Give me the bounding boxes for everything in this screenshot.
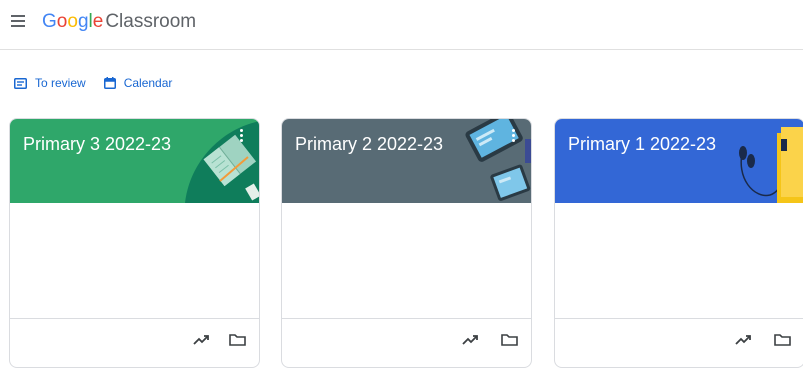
card-header[interactable]: Primary 2 2022-23: [282, 119, 531, 203]
app-logo[interactable]: Google Classroom: [42, 9, 196, 35]
class-title[interactable]: Primary 3 2022-23: [23, 132, 171, 156]
more-vert-icon[interactable]: [240, 129, 244, 143]
trending-up-icon[interactable]: [462, 333, 478, 345]
class-card-primary-1[interactable]: Primary 1 2022-23: [554, 118, 803, 368]
top-app-bar: Google Classroom: [0, 0, 803, 50]
folder-icon[interactable]: [774, 333, 791, 346]
card-footer: [10, 318, 259, 367]
product-name: Classroom: [105, 11, 197, 32]
assignment-icon: [14, 77, 27, 89]
google-wordmark: Google: [42, 11, 104, 32]
trending-up-icon[interactable]: [735, 333, 751, 345]
more-vert-icon[interactable]: [512, 129, 516, 143]
calendar-label: Calendar: [123, 76, 173, 90]
class-title[interactable]: Primary 2 2022-23: [295, 132, 443, 156]
class-card-primary-2[interactable]: Primary 2 2022-23: [281, 118, 532, 368]
calendar-link[interactable]: Calendar: [103, 76, 173, 90]
class-card-primary-3[interactable]: Primary 3 2022-23: [9, 118, 260, 368]
card-header[interactable]: Primary 3 2022-23: [10, 119, 259, 203]
trending-up-icon[interactable]: [193, 333, 209, 345]
calendar-icon: [103, 77, 116, 89]
folder-icon[interactable]: [229, 333, 246, 346]
card-footer: [282, 318, 531, 367]
class-title[interactable]: Primary 1 2022-23: [568, 132, 716, 156]
card-footer: [555, 318, 803, 367]
to-review-label: To review: [35, 76, 86, 90]
menu-icon[interactable]: [11, 15, 25, 27]
folder-icon[interactable]: [501, 333, 518, 346]
to-review-link[interactable]: To review: [14, 76, 86, 90]
quick-actions: To review Calendar: [14, 74, 190, 92]
card-header[interactable]: Primary 1 2022-23: [555, 119, 803, 203]
